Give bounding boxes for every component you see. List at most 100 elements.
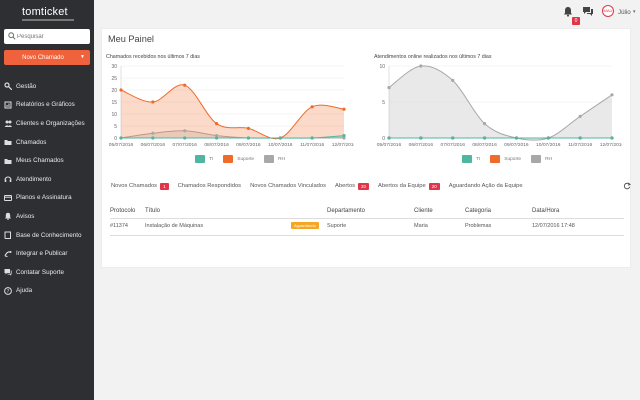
- top-bar: 0 MAU Júlio ▼: [94, 0, 640, 28]
- legend-swatch[interactable]: [531, 155, 542, 163]
- sidebar-item-label: Gestão: [16, 82, 37, 90]
- sidebar-item-ajuda[interactable]: ? Ajuda: [0, 282, 94, 301]
- page-title: Meu Painel: [108, 34, 154, 44]
- tab-label: Aguardando Ação da Equipe: [448, 183, 523, 189]
- cell-cliente: Maria: [414, 223, 428, 229]
- sidebar-item-label: Planos e Assinatura: [16, 194, 72, 202]
- data-point-suporte: [246, 126, 251, 130]
- legend-swatch[interactable]: [223, 155, 234, 163]
- sidebar-item-integrar-e-publicar[interactable]: Integrar e Publicar: [0, 244, 94, 263]
- book-icon: [4, 231, 12, 240]
- new-ticket-button[interactable]: Novo Chamado ▼: [4, 50, 90, 65]
- legend-swatch[interactable]: [195, 155, 205, 163]
- app-logo[interactable]: tomticket: [22, 6, 74, 18]
- chevron-down-icon[interactable]: ▼: [80, 54, 85, 60]
- x-tick-label: 06/07/2016: [141, 142, 166, 148]
- data-point-ti: [419, 136, 423, 140]
- sidebar-item-contatar-suporte[interactable]: Contatar Suporte: [0, 263, 94, 282]
- data-point-ti: [451, 136, 455, 140]
- sidebar-item-label: Meus Chamados: [16, 157, 64, 165]
- x-tick-label: 08/07/2016: [472, 142, 497, 148]
- refresh-icon[interactable]: [623, 182, 631, 190]
- tab-count-badge: 1: [160, 182, 169, 190]
- headset-icon: [4, 175, 12, 183]
- tab-3[interactable]: Novos Chamados Vinculados: [250, 183, 326, 189]
- tab-label: Abertos: [335, 183, 356, 189]
- x-tick-label: 12/07/2016: [332, 142, 354, 148]
- sidebar-item-label: Base de Conhecimento: [16, 231, 82, 239]
- series-area-rh: [389, 65, 612, 141]
- x-tick-label: 09/07/2016: [236, 142, 261, 148]
- tab-count-badge: 20: [428, 182, 440, 190]
- bell-icon[interactable]: [563, 6, 573, 17]
- search-box[interactable]: [4, 29, 90, 44]
- table-row[interactable]: #11374 Instalação de Máquinas Aguardando…: [110, 222, 624, 232]
- ticket-tabs: Novos Chamados 1 Chamados Respondidos Novos…: [111, 180, 611, 192]
- header-divider: [110, 218, 624, 219]
- data-point-ti: [342, 134, 346, 138]
- y-tick-label: 20: [111, 88, 117, 94]
- legend-swatch[interactable]: [490, 155, 501, 163]
- legend-label[interactable]: RH: [545, 157, 552, 162]
- user-menu-chevron-icon[interactable]: ▼: [632, 9, 636, 14]
- data-point-ti: [278, 136, 282, 140]
- key-icon: [4, 82, 12, 91]
- sidebar-item-gestao[interactable]: Gestão: [0, 77, 94, 96]
- user-name[interactable]: Júlio: [618, 9, 631, 16]
- sidebar-item-planos-e-assinatura[interactable]: Planos e Assinatura: [0, 189, 94, 208]
- tab-1[interactable]: Novos Chamados 1: [111, 182, 169, 190]
- sidebar-item-label: Atendimento: [16, 175, 52, 183]
- sidebar-item-base-de-conhecimento[interactable]: Base de Conhecimento: [0, 226, 94, 245]
- legend-label[interactable]: RH: [278, 157, 285, 162]
- col-header-cliente[interactable]: Cliente: [414, 208, 433, 214]
- sidebar-item-label: Integrar e Publicar: [16, 250, 68, 258]
- search-icon: [8, 32, 16, 40]
- tab-6[interactable]: Aguardando Ação da Equipe: [449, 183, 523, 189]
- tab-count-badge: 20: [358, 182, 370, 190]
- data-point-ti: [119, 136, 123, 140]
- tab-label: Abertos da Equipe: [378, 183, 426, 189]
- sidebar-item-avisos[interactable]: Avisos: [0, 207, 94, 226]
- legend-label[interactable]: TI: [476, 157, 480, 162]
- plug-icon: [4, 250, 12, 258]
- sidebar-item-clientes-e-organizacoes[interactable]: Clientes e Organizações: [0, 114, 94, 133]
- search-input[interactable]: [17, 30, 87, 43]
- sidebar: tomticket Novo Chamado ▼ Gestão Relatório…: [0, 0, 94, 400]
- series-area-suporte: [121, 84, 344, 139]
- sidebar-item-chamados[interactable]: Chamados: [0, 133, 94, 152]
- x-tick-label: 08/07/2016: [204, 142, 229, 148]
- sidebar-item-label: Clientes e Organizações: [16, 119, 85, 127]
- avatar[interactable]: MAU: [602, 5, 614, 17]
- logo-underline: [22, 19, 74, 21]
- legend-label[interactable]: Suporte: [237, 157, 254, 162]
- col-header-datahora[interactable]: Data/Hora: [532, 208, 559, 214]
- tab-4[interactable]: Abertos 20: [335, 182, 370, 190]
- data-point-ti: [214, 136, 219, 140]
- y-tick-label: 5: [114, 124, 117, 130]
- cell-categoria: Problemas: [465, 223, 492, 229]
- chat-icon: [4, 268, 12, 276]
- help-icon: ?: [4, 286, 12, 295]
- sidebar-item-meus-chamados[interactable]: Meus Chamados: [0, 151, 94, 170]
- col-header-titulo[interactable]: Título: [145, 208, 160, 214]
- col-header-departamento[interactable]: Departamento: [327, 208, 365, 214]
- legend-label[interactable]: Suporte: [504, 157, 521, 162]
- folder-icon: [4, 138, 12, 146]
- data-point-rh: [451, 78, 455, 82]
- tab-5[interactable]: Abertos da Equipe 20: [378, 182, 440, 190]
- col-header-categoria[interactable]: Categoria: [465, 208, 491, 214]
- data-point-rh: [578, 114, 582, 118]
- sidebar-item-relatorios-e-graficos[interactable]: Relatórios e Gráficos: [0, 96, 94, 115]
- legend-swatch[interactable]: [264, 155, 275, 163]
- col-header-protocolo[interactable]: Protocolo: [110, 208, 135, 214]
- legend-swatch[interactable]: [462, 155, 472, 163]
- tab-2[interactable]: Chamados Respondidos: [178, 183, 241, 189]
- data-point-ti: [482, 136, 487, 140]
- sidebar-item-atendimento[interactable]: Atendimento: [0, 170, 94, 189]
- sidebar-nav: Gestão Relatórios e Gráficos Clientes e Or…: [0, 77, 94, 300]
- cell-titulo[interactable]: Instalação de Máquinas: [145, 223, 203, 229]
- data-point-ti: [610, 136, 614, 140]
- data-point-ti: [387, 136, 391, 140]
- chat-icon[interactable]: [582, 6, 594, 17]
- legend-label[interactable]: TI: [209, 157, 213, 162]
